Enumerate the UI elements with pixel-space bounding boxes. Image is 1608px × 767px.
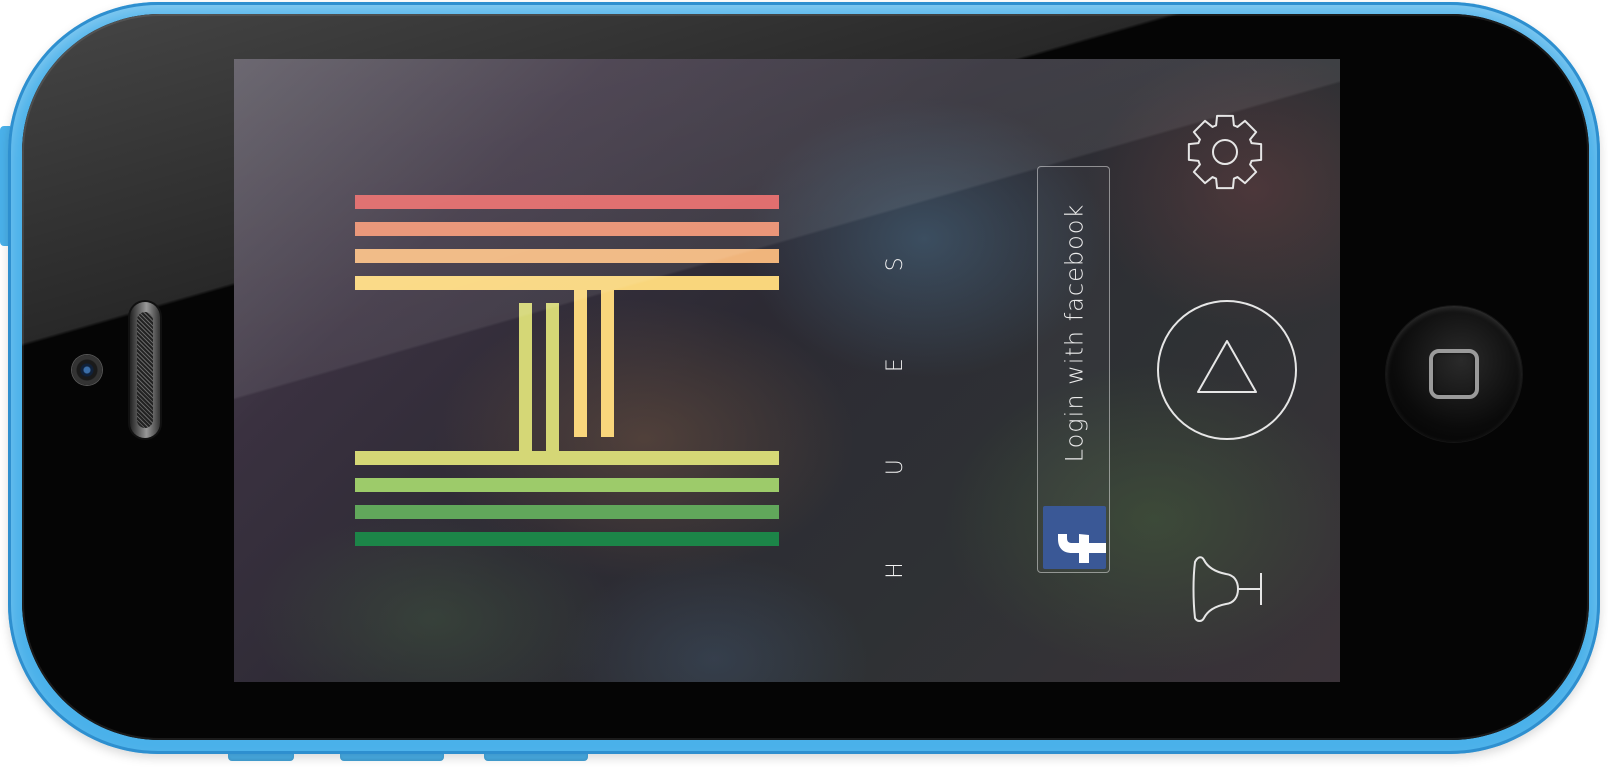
logo-stripe	[355, 532, 779, 546]
triangle-play-icon	[1157, 300, 1297, 440]
settings-button[interactable]	[1184, 111, 1266, 193]
logo-stripe	[355, 451, 779, 465]
home-button[interactable]	[1386, 306, 1522, 442]
facebook-login-label-wrap: Login with facebook	[1038, 183, 1111, 483]
logo-stripe	[355, 249, 779, 263]
earpiece-speaker	[130, 302, 160, 438]
logo-connector	[574, 288, 587, 437]
hues-logo	[355, 195, 779, 547]
logo-stripe	[355, 222, 779, 236]
play-button[interactable]	[1156, 299, 1298, 441]
logo-connector	[546, 303, 559, 453]
logo-stripe	[355, 478, 779, 492]
facebook-f-glyph	[1058, 534, 1106, 563]
speaker-mesh	[137, 312, 153, 428]
app-screen: HUES Login with facebook	[234, 59, 1340, 682]
home-button-square-icon	[1429, 349, 1479, 399]
facebook-login-button[interactable]: Login with facebook	[1037, 166, 1110, 573]
notifications-button[interactable]	[1186, 554, 1266, 624]
bell-icon	[1192, 556, 1262, 622]
gear-teeth	[1187, 114, 1263, 190]
app-title: HUES	[802, 170, 908, 579]
logo-connector	[601, 288, 614, 437]
logo-stripe	[355, 505, 779, 519]
facebook-login-label: Login with facebook	[1060, 203, 1089, 463]
gear-icon	[1187, 114, 1263, 190]
logo-stripe	[355, 195, 779, 209]
logo-connector	[519, 303, 532, 453]
facebook-f-icon	[1043, 506, 1106, 569]
front-camera	[72, 355, 102, 385]
logo-stripe	[355, 276, 779, 290]
app-title-text: HUES	[883, 169, 909, 579]
